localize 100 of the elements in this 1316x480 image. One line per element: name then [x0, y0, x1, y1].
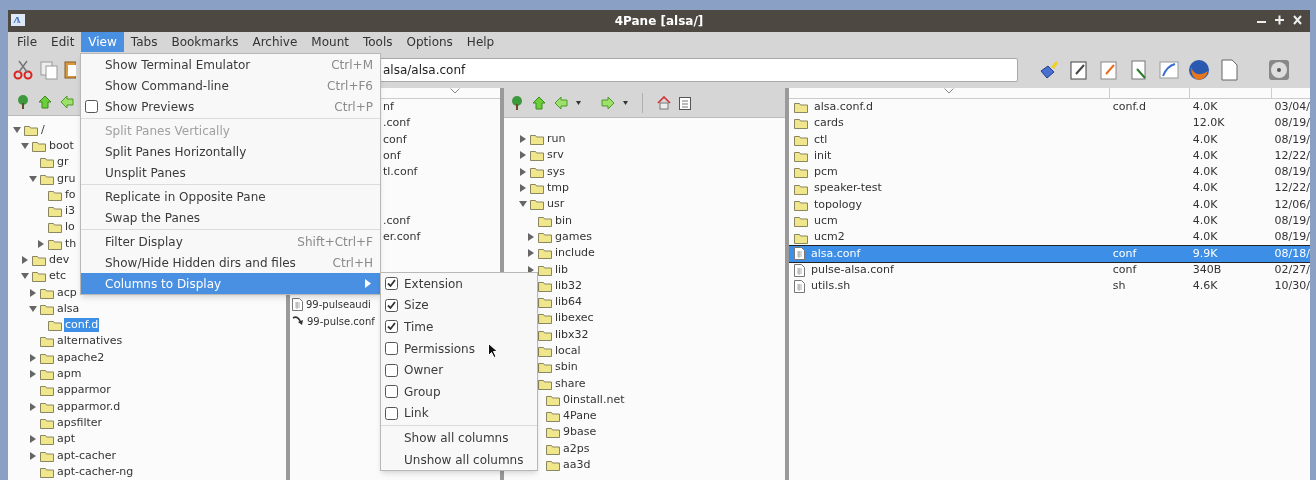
file-name[interactable]: onf — [383, 147, 401, 165]
triangle-icon[interactable] — [29, 451, 37, 460]
menu-bar-item[interactable]: Edit — [44, 32, 82, 52]
menu-entry[interactable]: Unshow all columns — [381, 448, 537, 471]
checkbox[interactable] — [385, 363, 398, 377]
triangle-icon[interactable] — [519, 200, 527, 209]
globe-icon[interactable] — [1188, 59, 1210, 81]
home-icon[interactable] — [657, 95, 671, 110]
tree-item[interactable]: run — [546, 132, 567, 147]
tree-item[interactable]: bin — [554, 213, 573, 228]
triangle-icon[interactable] — [519, 135, 527, 144]
tree-item[interactable]: lib64 — [554, 295, 584, 310]
file-name[interactable]: 99-pulse.conf — [307, 313, 375, 329]
menu-bar-item[interactable]: Bookmarks — [164, 32, 246, 52]
tree-item[interactable]: lo — [64, 220, 76, 235]
menu-entry[interactable]: Time — [381, 316, 537, 338]
close-icon[interactable] — [1293, 15, 1302, 25]
triangle-icon[interactable] — [21, 141, 29, 150]
tree-item[interactable]: include — [554, 246, 596, 261]
tree-item[interactable]: alsa — [56, 301, 81, 316]
tree-item[interactable]: tmp — [546, 181, 570, 196]
tree-item[interactable]: / — [40, 122, 46, 137]
paste-icon[interactable] — [64, 59, 76, 81]
page-icon[interactable] — [1218, 59, 1240, 81]
menu-entry[interactable]: Permissions — [381, 337, 537, 360]
tree-item[interactable]: apache2 — [56, 350, 106, 365]
triangle-icon[interactable] — [13, 125, 21, 134]
tree-item[interactable]: th — [64, 236, 78, 251]
menu-entry[interactable]: Show all columns — [381, 427, 537, 449]
tree-item[interactable]: apparmor.d — [56, 399, 122, 414]
file-row[interactable]: pcm 4.0K 08/19/ — [789, 164, 1310, 181]
menu-entry[interactable]: Show/Hide Hidden dirs and files Ctrl+H — [81, 252, 380, 273]
tree-item[interactable]: apm — [56, 367, 83, 382]
file-row[interactable]: init 4.0K 12/22/ — [789, 147, 1310, 165]
notepad-icon[interactable] — [1068, 59, 1090, 81]
menu-bar-item[interactable]: Tabs — [123, 32, 165, 52]
tree-item[interactable]: aa3d — [562, 458, 592, 473]
triangle-icon[interactable] — [29, 370, 37, 379]
checkbox[interactable] — [385, 406, 398, 420]
menu-entry[interactable]: Owner — [381, 359, 537, 381]
clipboard-icon[interactable] — [679, 95, 691, 110]
tree-item[interactable]: local — [554, 344, 582, 358]
tree-item[interactable]: apt-cacher-ng — [56, 464, 135, 479]
triangle-icon[interactable] — [29, 353, 37, 362]
triangle-icon[interactable] — [527, 232, 535, 241]
triangle-icon[interactable] — [21, 272, 29, 281]
file-row[interactable]: topology 4.0K 12/06/ — [789, 196, 1310, 214]
tree-item[interactable]: sbin — [554, 360, 579, 375]
tree-item[interactable]: a2ps — [562, 441, 591, 456]
tree-item[interactable]: apt-cacher — [56, 448, 118, 463]
menu-entry[interactable]: Split Panes Horizontally — [81, 141, 380, 162]
file-row[interactable]: speaker-test 4.0K 12/22/ — [789, 180, 1310, 197]
tree-item[interactable]: srv — [546, 148, 565, 163]
menu-entry[interactable]: Show Previews Ctrl+P — [81, 96, 380, 117]
tree-item[interactable]: 9base — [562, 425, 598, 440]
tree-item[interactable]: libexec — [554, 311, 595, 326]
menu-bar-item[interactable]: Tools — [356, 32, 400, 52]
file-row[interactable]: alsa.conf.d conf.d 4.0K 03/04/ — [789, 99, 1310, 116]
file-row[interactable]: pulse-alsa.conf conf 340B 02/27/ — [789, 261, 1310, 279]
file-name[interactable]: conf — [383, 131, 407, 148]
menu-entry[interactable]: Unsplit Panes — [81, 162, 380, 183]
sort-chevron-icon[interactable] — [450, 88, 460, 94]
triangle-icon[interactable] — [519, 151, 527, 160]
menu-entry[interactable]: Extension — [381, 273, 537, 295]
menu-entry[interactable]: Swap the Panes — [81, 207, 380, 228]
menu-entry[interactable]: Link — [381, 402, 537, 425]
up-arrow-icon[interactable] — [532, 95, 546, 110]
tree-item[interactable]: acp — [56, 285, 78, 300]
tree-item[interactable]: apt — [56, 432, 77, 447]
tree-item[interactable]: usr — [546, 197, 566, 212]
tree-item[interactable]: apparmor — [56, 383, 112, 398]
tree-item[interactable]: lib — [554, 262, 570, 277]
tree-item[interactable]: etc — [48, 269, 68, 284]
triangle-icon[interactable] — [527, 249, 535, 258]
file-name[interactable]: .conf — [383, 213, 411, 230]
tree-item[interactable]: sys — [546, 164, 566, 179]
caret-icon[interactable] — [576, 100, 581, 105]
triangle-icon[interactable] — [21, 256, 29, 264]
file-row[interactable]: ctl 4.0K 08/19/ — [789, 131, 1310, 148]
triangle-icon[interactable] — [29, 288, 37, 297]
triangle-icon[interactable] — [519, 184, 527, 193]
triangle-icon[interactable] — [37, 239, 45, 248]
tree-item[interactable]: i3 — [64, 204, 77, 219]
sort-chevron-icon[interactable] — [944, 88, 954, 94]
tree-icon[interactable] — [510, 95, 524, 110]
triangle-icon[interactable] — [29, 304, 37, 313]
tree-item[interactable]: gr — [56, 155, 70, 170]
checkbox[interactable] — [85, 100, 98, 113]
menu-bar-item[interactable]: Options — [399, 32, 460, 52]
file-row[interactable]: ucm2 4.0K 08/19/ — [789, 229, 1310, 246]
caret-icon[interactable] — [623, 100, 628, 105]
menu-entry[interactable]: Replicate in Opposite Pane — [81, 186, 380, 207]
tree-item[interactable]: share — [554, 376, 587, 391]
tree-item[interactable]: fo — [64, 187, 77, 202]
file-row[interactable]: cards 12.0K 08/19/ — [789, 115, 1310, 132]
tree-item[interactable]: alternatives — [56, 334, 124, 349]
triangle-icon[interactable] — [29, 402, 37, 411]
checkbox[interactable] — [385, 385, 398, 399]
checkbox[interactable] — [385, 298, 398, 312]
tree-item[interactable]: boot — [48, 138, 75, 153]
